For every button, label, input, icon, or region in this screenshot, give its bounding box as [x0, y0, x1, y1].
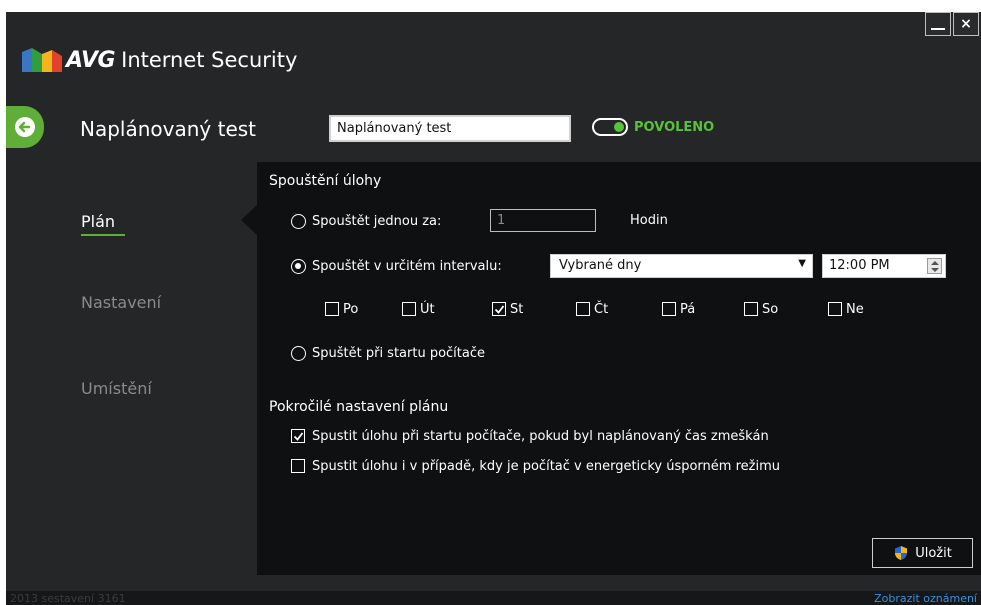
missed-run-label: Spustit úlohu při startu počítače, pokud… [312, 429, 769, 444]
day-label-ct: Čt [594, 302, 609, 317]
day-label-st: St [510, 302, 524, 317]
nav-active-indicator [81, 234, 125, 236]
interval-select-value: Vybrané dny [559, 258, 642, 273]
window-controls: × [925, 12, 979, 37]
app-logo: AVG Internet Security [20, 46, 297, 74]
nav-item-plan[interactable]: Plán [81, 212, 115, 231]
checkmark-icon [494, 304, 504, 314]
day-label-po: Po [343, 302, 359, 317]
missed-run-checkbox[interactable] [291, 429, 305, 443]
run-startup-label: Spuštět při startu počítače [312, 346, 486, 361]
spin-down-icon [931, 268, 939, 272]
hours-unit-label: Hodin [630, 213, 668, 228]
day-checkbox-pa[interactable] [662, 302, 676, 316]
toggle-knob [614, 122, 624, 132]
minimize-button[interactable] [925, 12, 951, 36]
chevron-down-icon: ▼ [798, 258, 806, 269]
save-button[interactable]: Uložit [872, 538, 973, 568]
day-checkbox-ct[interactable] [576, 302, 590, 316]
minimize-icon [931, 28, 945, 30]
arrow-left-icon [15, 117, 35, 137]
app-window: × AVG Internet Security Naplánovaný test… [6, 12, 981, 605]
interval-select[interactable]: Vybrané dny ▼ [550, 254, 813, 278]
day-checkbox-po[interactable] [325, 302, 339, 316]
spin-up-icon [931, 261, 939, 265]
toggle-switch[interactable] [592, 118, 628, 136]
panel-pointer [241, 205, 257, 235]
save-button-label: Uložit [915, 545, 952, 561]
close-icon: × [960, 16, 972, 32]
product-name: Internet Security [121, 48, 298, 72]
day-label-ne: Ne [846, 302, 864, 317]
avg-logo-icon [22, 48, 62, 72]
task-name-input[interactable] [329, 115, 571, 142]
day-label-ut: Út [420, 302, 435, 317]
run-section-heading: Spouštění úlohy [269, 173, 382, 189]
page-title: Naplánovaný test [80, 117, 257, 141]
day-checkbox-st[interactable] [492, 302, 506, 316]
toggle-status-label: POVOLENO [634, 119, 715, 135]
run-startup-radio[interactable] [291, 346, 306, 361]
close-button[interactable]: × [953, 12, 979, 36]
power-save-checkbox[interactable] [291, 459, 305, 473]
nav-item-settings[interactable]: Nastavení [81, 293, 161, 312]
show-notifications-link[interactable]: Zobrazit oznámení [874, 592, 977, 605]
back-button[interactable] [6, 106, 44, 148]
checkmark-icon [293, 431, 303, 441]
time-spinner-icon[interactable] [927, 258, 942, 274]
time-value: 12:00 PM [829, 258, 890, 273]
run-once-hours-input[interactable] [490, 209, 596, 232]
enabled-toggle[interactable]: POVOLENO [592, 118, 714, 136]
run-interval-label: Spouštět v určitém intervalu: [312, 259, 502, 274]
time-input[interactable]: 12:00 PM [822, 254, 946, 278]
day-checkbox-ut[interactable] [402, 302, 416, 316]
shield-icon [895, 546, 908, 560]
schedule-panel: Spouštění úlohy Spouštět jednou za: Hodi… [257, 162, 981, 575]
nav-item-location[interactable]: Umístění [81, 379, 152, 398]
day-checkbox-ne[interactable] [828, 302, 842, 316]
run-once-radio[interactable] [291, 214, 306, 229]
footer-bar [6, 591, 981, 605]
power-save-label: Spustit úlohu i v případě, kdy je počíta… [312, 459, 780, 474]
run-once-label: Spouštět jednou za: [312, 214, 442, 229]
run-interval-radio[interactable] [291, 259, 306, 274]
day-checkbox-so[interactable] [744, 302, 758, 316]
day-label-pa: Pá [680, 302, 696, 317]
build-info: 2013 sestavení 3161 [10, 592, 126, 605]
brand-name: AVG [66, 47, 116, 73]
day-label-so: So [762, 302, 779, 317]
advanced-section-heading: Pokročilé nastavení plánu [269, 399, 449, 415]
